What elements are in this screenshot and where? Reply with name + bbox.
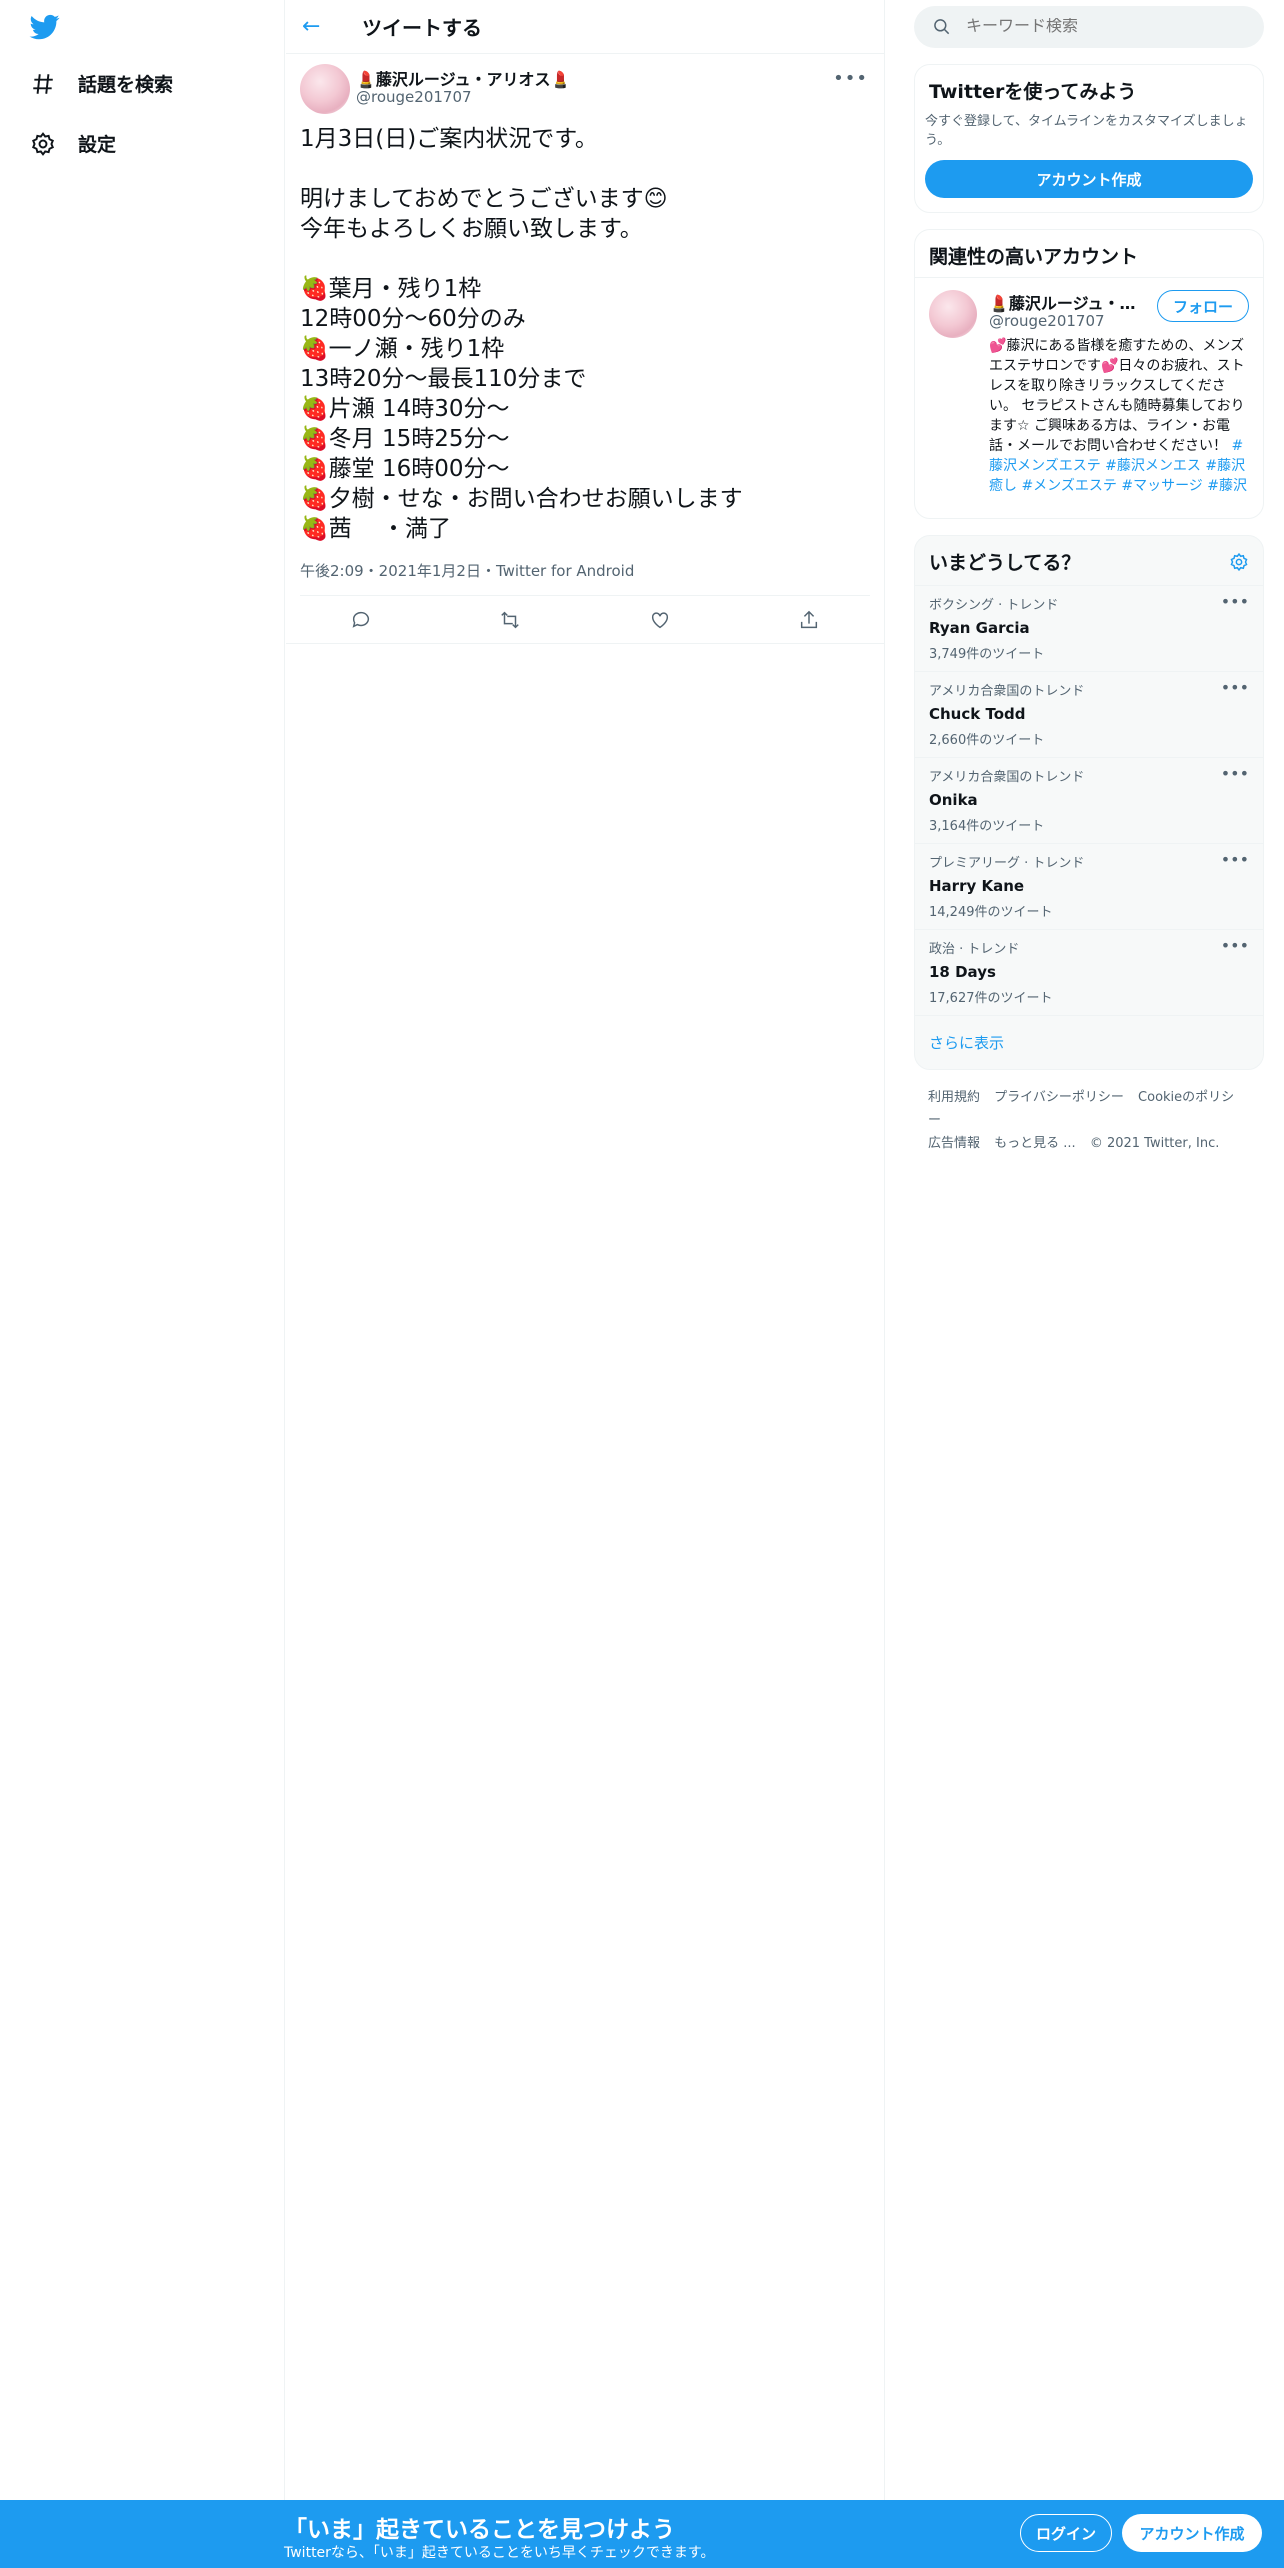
signup-card-subtitle: 今すぐ登録して、タイムラインをカスタマイズしましょう。 (925, 114, 1248, 148)
avatar[interactable] (300, 64, 350, 114)
page: 話題を検索 設定 ← ツイートする 💄藤沢ルージュ・アリオス💄 @rouge20… (0, 0, 1284, 2568)
related-account-name[interactable]: 💄藤沢ルージュ・ア... (989, 290, 1149, 314)
gear-icon (32, 131, 54, 156)
trend-item[interactable]: ボクシング · トレンド Ryan Garcia 3,749件のツイート ••• (915, 585, 1263, 671)
footer-ads-link[interactable]: 広告情報 (928, 1136, 980, 1151)
tweet-author: 💄藤沢ルージュ・アリオス💄 @rouge201707 ••• (300, 64, 870, 116)
back-arrow-icon[interactable]: ← (302, 14, 342, 39)
footer-terms-link[interactable]: 利用規約 (928, 1090, 980, 1105)
nav-explore-label: 話題を検索 (78, 74, 174, 96)
trend-count: 17,627件のツイート (929, 991, 1053, 1006)
trend-item[interactable]: アメリカ合衆国のトレンド Chuck Todd 2,660件のツイート ••• (915, 671, 1263, 757)
create-account-button[interactable]: アカウント作成 (925, 160, 1253, 198)
nav-settings-label: 設定 (78, 134, 117, 156)
tweet: 💄藤沢ルージュ・アリオス💄 @rouge201707 ••• 1月3日(日)ご案… (286, 54, 884, 644)
more-options-icon[interactable]: ••• (1221, 936, 1249, 955)
trend-count: 3,749件のツイート (929, 647, 1045, 662)
signup-card: Twitterを使ってみよう 今すぐ登録して、タイムラインをカスタマイズしましょ… (914, 64, 1264, 213)
login-button[interactable]: ログイン (1020, 2514, 1112, 2552)
bottom-bar-subtitle: Twitterなら、「いま」起きていることをいち早くチェックできます。 (284, 2545, 715, 2561)
tweet-timestamp[interactable]: 午後2:09・2021年1月2日・Twitter for Android (300, 560, 870, 596)
related-account-handle[interactable]: @rouge201707 (989, 312, 1105, 330)
left-nav: 話題を検索 設定 (0, 0, 285, 2568)
trend-context: アメリカ合衆国のトレンド (929, 684, 1085, 699)
more-options-icon[interactable]: ••• (833, 68, 868, 89)
search-box[interactable] (914, 6, 1264, 48)
more-options-icon[interactable]: ••• (1221, 678, 1249, 697)
more-options-icon[interactable]: ••• (1221, 850, 1249, 869)
trends-card: いまどうしてる？ ボクシング · トレンド Ryan Garcia 3,749件… (914, 535, 1264, 1070)
more-options-icon[interactable]: ••• (1221, 592, 1249, 611)
tweet-text: 1月3日(日)ご案内状況です。 明けましておめでとうございます😊 今年もよろしく… (300, 126, 743, 542)
reply-icon[interactable] (350, 609, 372, 631)
search-icon (934, 19, 950, 35)
author-name[interactable]: 💄藤沢ルージュ・アリオス💄 (356, 66, 570, 90)
gear-icon[interactable] (1229, 552, 1249, 572)
signup-card-title: Twitterを使ってみよう (929, 81, 1137, 103)
related-account-bio: 💕藤沢にある皆様を癒すための、メンズエステサロンです💕日々のお疲れ、ストレスを取… (989, 336, 1251, 496)
hashtag-icon (33, 73, 53, 94)
more-options-icon[interactable]: ••• (1221, 764, 1249, 783)
trend-name: Ryan Garcia (929, 619, 1030, 637)
footer-privacy-link[interactable]: プライバシーポリシー (994, 1090, 1124, 1105)
main-column: ← ツイートする 💄藤沢ルージュ・アリオス💄 @rouge201707 ••• … (286, 0, 885, 2500)
related-accounts-card: 関連性の高いアカウント 💄藤沢ルージュ・ア... @rouge201707 フォ… (914, 229, 1264, 519)
footer-copyright: © 2021 Twitter, Inc. (1089, 1136, 1220, 1151)
trend-name: Chuck Todd (929, 705, 1026, 723)
footer-more-link[interactable]: もっと見る ... (994, 1136, 1076, 1151)
nav-explore[interactable]: 話題を検索 (30, 70, 173, 97)
footer-links: 利用規約 プライバシーポリシー Cookieのポリシー 広告情報 もっと見る .… (914, 1070, 1264, 1155)
search-input[interactable] (966, 18, 1226, 36)
trend-name: Onika (929, 791, 978, 809)
show-more-link[interactable]: さらに表示 (915, 1015, 1263, 1069)
twitter-logo-icon[interactable] (28, 12, 62, 42)
trend-context: プレミアリーグ · トレンド (929, 856, 1085, 871)
trend-count: 14,249件のツイート (929, 905, 1053, 920)
bottom-bar-title: 「いま」起きていることを見つけよう (284, 2517, 675, 2543)
author-handle[interactable]: @rouge201707 (356, 88, 472, 106)
trends-title: いまどうしてる？ (929, 552, 1081, 574)
trend-item[interactable]: プレミアリーグ · トレンド Harry Kane 14,249件のツイート •… (915, 843, 1263, 929)
trend-count: 2,660件のツイート (929, 733, 1045, 748)
trend-item[interactable]: 政治 · トレンド 18 Days 17,627件のツイート ••• (915, 929, 1263, 1015)
bottom-signup-bar: 「いま」起きていることを見つけよう Twitterなら、「いま」起きていることを… (0, 2500, 1284, 2568)
page-title: ツイートする (362, 16, 482, 40)
trends-header: いまどうしてる？ (915, 536, 1263, 585)
follow-button[interactable]: フォロー (1157, 290, 1249, 322)
signup-button[interactable]: アカウント作成 (1122, 2514, 1262, 2552)
trend-context: 政治 · トレンド (929, 942, 1020, 957)
right-sidebar: Twitterを使ってみよう 今すぐ登録して、タイムラインをカスタマイズしましょ… (914, 0, 1264, 1155)
nav-settings[interactable]: 設定 (30, 130, 116, 157)
share-icon[interactable] (798, 609, 820, 631)
bio-text: 💕藤沢にある皆様を癒すための、メンズエステサロンです💕日々のお疲れ、ストレスを取… (989, 338, 1245, 454)
trend-name: Harry Kane (929, 877, 1025, 895)
trend-context: アメリカ合衆国のトレンド (929, 770, 1085, 785)
related-accounts-title: 関連性の高いアカウント (915, 230, 1263, 278)
like-heart-icon[interactable] (649, 609, 671, 631)
avatar[interactable] (929, 290, 977, 338)
retweet-icon[interactable] (499, 609, 521, 631)
related-account[interactable]: 💄藤沢ルージュ・ア... @rouge201707 フォロー 💕藤沢にある皆様を… (915, 278, 1263, 518)
trend-context: ボクシング · トレンド (929, 598, 1059, 613)
main-header: ← ツイートする (286, 0, 884, 54)
trend-item[interactable]: アメリカ合衆国のトレンド Onika 3,164件のツイート ••• (915, 757, 1263, 843)
tweet-actions (286, 596, 884, 644)
trend-count: 3,164件のツイート (929, 819, 1045, 834)
trend-name: 18 Days (929, 963, 996, 981)
